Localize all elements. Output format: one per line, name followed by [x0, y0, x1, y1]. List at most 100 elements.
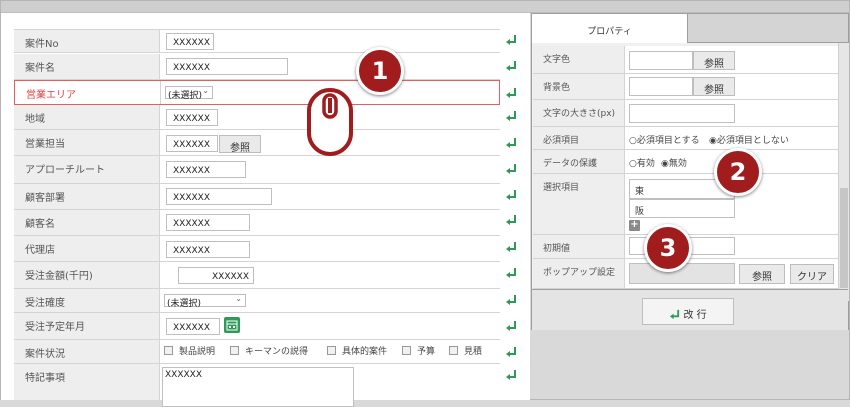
tab-properties[interactable]: プロパティ [532, 14, 688, 43]
radio-required-yes[interactable]: ○必須項目とする [629, 133, 700, 146]
radio-protect-off[interactable]: ◉無効 [661, 156, 687, 169]
checkbox-concrete-case[interactable]: 具体的案件 [327, 344, 387, 357]
calendar-icon[interactable] [224, 317, 240, 333]
row-label: 代理店 [14, 236, 160, 261]
row-agency: 代理店 XXXXXX [14, 236, 500, 262]
text-color-field[interactable] [629, 51, 693, 70]
enter-arrow-icon[interactable] [505, 137, 517, 149]
prop-text-color: 文字色 参照 [533, 46, 838, 74]
enter-arrow-icon[interactable] [505, 214, 517, 226]
agency-field[interactable]: XXXXXX [166, 241, 250, 258]
row-label: 案件状況 [14, 340, 160, 363]
enter-arrow-icon[interactable] [505, 369, 517, 381]
row-sales-rep: 営業担当 XXXXXX 参照 [14, 130, 500, 156]
row-order-amount: 受注金額(千円) XXXXXX [14, 262, 500, 289]
chevron-down-icon: ⌄ [202, 86, 209, 95]
prop-label: 文字の大きさ(px) [533, 100, 625, 126]
row-label: 顧客部署 [14, 184, 160, 209]
scrollbar-thumb[interactable] [840, 188, 848, 288]
checkbox-budget[interactable]: 予算 [402, 344, 435, 357]
enter-arrow-icon[interactable] [505, 60, 517, 72]
top-bar [1, 1, 849, 13]
enter-arrow-icon[interactable] [505, 346, 517, 358]
enter-arrow-icon[interactable] [505, 110, 517, 122]
row-region: 地域 XXXXXX [14, 105, 500, 130]
select-value: (未選択) [167, 299, 202, 309]
client-dept-field[interactable]: XXXXXX [166, 188, 272, 205]
row-label: アプローチルート [14, 156, 160, 183]
enter-arrow-icon[interactable] [505, 267, 517, 279]
bg-color-browse-button[interactable]: 参照 [693, 77, 735, 96]
row-label: 受注確度 [14, 289, 160, 312]
radio-required-no[interactable]: ◉必須項目としない [709, 133, 789, 146]
row-order-month: 受注予定年月 XXXXXX [14, 313, 500, 340]
row-label: 顧客名 [14, 210, 160, 235]
enter-arrow-icon[interactable] [505, 34, 517, 46]
plus-icon[interactable]: + [629, 220, 640, 231]
checkbox-product-explain[interactable]: 製品説明 [164, 344, 215, 357]
prop-required: 必須項目 ○必須項目とする ◉必須項目としない [533, 127, 838, 150]
property-panel: プロパティ 文字色 参照 背景色 参照 文字の大きさ(px) 必須項目 ○必須項… [531, 13, 849, 330]
row-label: 営業エリア [15, 81, 161, 104]
linebreak-button[interactable]: 改 行 [642, 298, 734, 325]
prop-label: 背景色 [533, 74, 625, 99]
panel-scrollbar[interactable] [838, 43, 849, 301]
case-name-field[interactable]: XXXXXX [166, 58, 288, 75]
row-label: 案件名 [14, 54, 160, 79]
notes-textarea[interactable]: XXXXXX [162, 367, 354, 407]
order-month-field[interactable]: XXXXXX [166, 318, 220, 335]
row-sales-area[interactable]: 営業エリア (未選択) ⌄ [14, 80, 500, 105]
mouse-icon [307, 88, 353, 156]
sales-area-select[interactable]: (未選択) ⌄ [165, 86, 213, 101]
row-label: 受注予定年月 [14, 313, 160, 339]
prop-choices: 選択項目 東 阪 + [533, 174, 838, 235]
bg-color-field[interactable] [629, 77, 693, 96]
enter-arrow-icon [670, 309, 680, 320]
client-name-field[interactable]: XXXXXX [166, 214, 250, 231]
row-client-dept: 顧客部署 XXXXXX [14, 184, 500, 210]
choice-item[interactable]: 阪 [629, 199, 735, 218]
enter-arrow-icon[interactable] [505, 87, 517, 99]
enter-arrow-icon[interactable] [505, 294, 517, 306]
badge-2: 2 [714, 148, 762, 196]
row-case-status: 案件状況 製品説明 キーマンの説得 具体的案件 予算 見積 [14, 340, 500, 364]
enter-arrow-icon[interactable] [505, 189, 517, 201]
checkbox-estimate[interactable]: 見積 [449, 344, 482, 357]
radio-protect-on[interactable]: ○有効 [629, 156, 655, 169]
font-size-field[interactable] [629, 104, 735, 123]
region-field[interactable]: XXXXXX [166, 109, 218, 126]
select-value: (未選択) [168, 91, 203, 101]
row-label: 受注金額(千円) [14, 262, 160, 288]
prop-font-size: 文字の大きさ(px) [533, 100, 838, 127]
prop-label: データの保護 [533, 150, 625, 173]
badge-3: 3 [644, 224, 692, 272]
badge-1: 1 [356, 47, 404, 95]
enter-arrow-icon[interactable] [505, 241, 517, 253]
sales-rep-field[interactable]: XXXXXX [166, 135, 218, 152]
checkbox-keyman[interactable]: キーマンの説得 [230, 344, 308, 357]
row-label: 営業担当 [14, 130, 160, 155]
row-approach-route: アプローチルート XXXXXX [14, 156, 500, 184]
enter-arrow-icon[interactable] [505, 163, 517, 175]
case-no-field[interactable]: XXXXXX [166, 33, 214, 50]
row-case-name: 案件名 XXXXXX [14, 54, 500, 80]
row-client-name: 顧客名 XXXXXX [14, 210, 500, 236]
order-probability-select[interactable]: (未選択) ⌄ [164, 294, 246, 309]
prop-label: 文字色 [533, 46, 625, 73]
row-label: 案件No [14, 30, 160, 52]
text-color-browse-button[interactable]: 参照 [693, 51, 735, 70]
tab-inactive[interactable] [688, 14, 848, 43]
prop-label: 必須項目 [533, 127, 625, 149]
prop-label: 初期値 [533, 235, 625, 258]
sales-rep-browse-button[interactable]: 参照 [219, 135, 261, 154]
popup-clear-button[interactable]: クリア [790, 264, 834, 284]
row-case-no: 案件No XXXXXX [14, 29, 500, 53]
panel-footer: 改 行 [532, 289, 848, 330]
row-order-probability: 受注確度 (未選択) ⌄ [14, 289, 500, 313]
popup-browse-button[interactable]: 参照 [739, 264, 785, 284]
approach-route-field[interactable]: XXXXXX [166, 161, 246, 178]
chevron-down-icon: ⌄ [235, 294, 242, 303]
order-amount-field[interactable]: XXXXXX [178, 267, 254, 284]
row-label: 地域 [14, 105, 160, 129]
enter-arrow-icon[interactable] [505, 320, 517, 332]
